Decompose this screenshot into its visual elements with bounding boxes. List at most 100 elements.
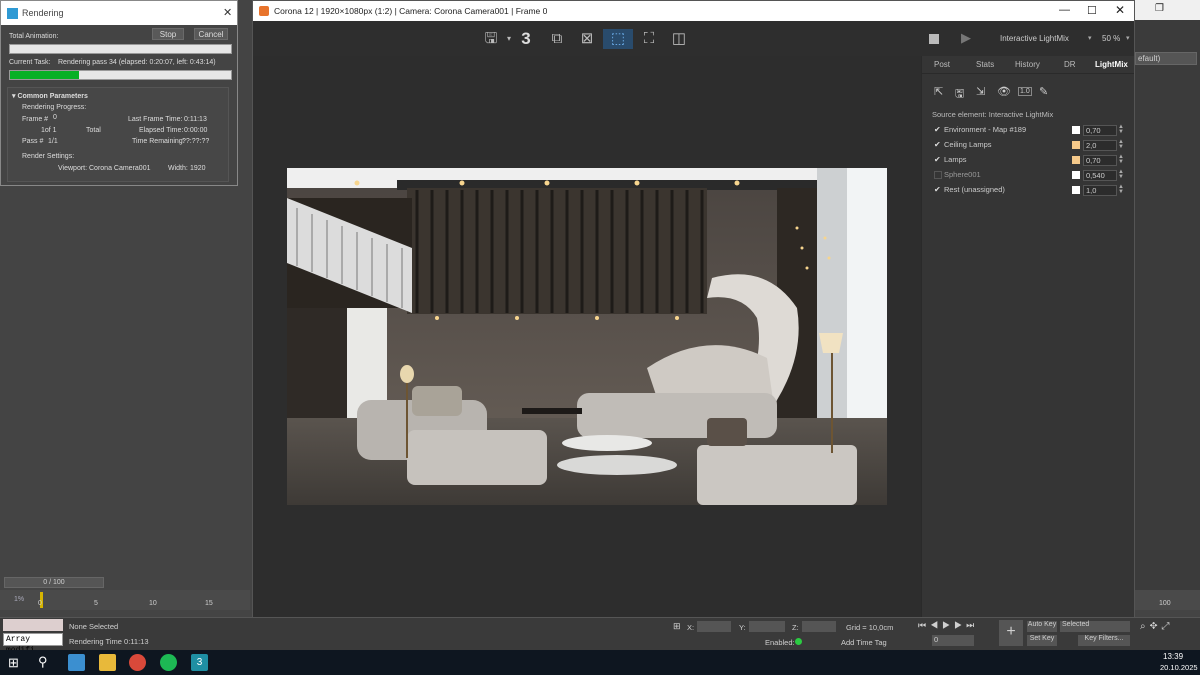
load-icon[interactable]: ⇲ [976,85,985,98]
chrome-icon[interactable] [129,654,146,671]
selection-lock-icon[interactable]: ⊞ [673,621,681,632]
zoom-dropdown[interactable]: 50 % [1102,34,1120,43]
lightmix-color-swatch[interactable] [1072,156,1080,164]
spinner-icon[interactable]: ▲ ▼ [1118,169,1124,180]
play-icon[interactable]: ▶ [961,30,971,46]
maxscript-listener-input[interactable]: Array modifi [3,633,63,655]
track-bar-right[interactable]: 100 [1135,590,1200,610]
lightmix-value[interactable]: 0,70 [1083,155,1117,166]
spotify-icon[interactable] [160,654,177,671]
spinner-icon[interactable]: ▲ ▼ [1118,139,1124,150]
x-field[interactable] [697,621,731,632]
save-icon[interactable]: 🖫 [955,85,964,104]
clear-icon[interactable]: ⊠ [577,29,597,49]
add-key-icon[interactable]: + [999,620,1023,646]
lightmix-row: ✔ Ceiling Lamps 2,0 ▲ ▼ [934,139,1124,152]
lightmix-row: ✔ Lamps 0,70 ▲ ▼ [934,154,1124,167]
current-frame-field[interactable]: 0 [932,635,974,646]
lightmix-checkbox[interactable] [934,171,942,179]
tab-divider [922,73,1134,74]
auto-key-button[interactable]: Auto Key [1027,621,1057,632]
elapsed-value: 0:00:00 [184,127,208,134]
fit-icon[interactable]: ⛶ [639,29,659,49]
vfb-titlebar: Corona 12 | 1920×1080px (1:2) | Camera: … [253,1,1134,21]
minimize-icon[interactable]: — [1059,4,1070,16]
lightmix-value[interactable]: 1,0 [1083,185,1117,196]
lightmix-value[interactable]: 0,70 [1083,125,1117,136]
key-set-dropdown[interactable]: Selected [1060,621,1130,632]
lightmix-checkbox[interactable]: ✔ [934,126,942,134]
export-icon[interactable]: ⇱ [934,85,943,98]
spinner-icon[interactable]: ▲ ▼ [1118,124,1124,135]
windows-start-icon[interactable]: ⊞ [8,655,19,671]
file-explorer-icon[interactable] [99,654,116,671]
app-taskbar-icon[interactable] [68,654,85,671]
reset-values-icon[interactable]: 1.0 [1018,87,1032,96]
max-dropdown[interactable]: efault) [1135,52,1197,65]
tab-stats[interactable]: Stats [976,60,994,69]
render-canvas[interactable] [253,56,921,618]
3ds-max-icon[interactable]: 3 [191,654,208,671]
eyedropper-icon[interactable]: ✎ [1039,85,1048,98]
key-filters-button[interactable]: Key Filters... [1078,635,1130,646]
eye-icon[interactable]: 👁 [997,85,1011,98]
playback-controls[interactable]: ⏮◀▶▶⏭ [918,620,978,631]
clock-time[interactable]: 13:39 [1163,652,1183,661]
time-slider[interactable]: 0 / 100 [4,577,104,588]
render-settings-label: Render Settings: [22,153,75,160]
clock-date[interactable]: 20.10.2025 [1160,663,1198,672]
tick-label: 100 [1159,600,1171,607]
max-status-bar: Array modifi None Selected Rendering Tim… [0,617,1200,655]
interactive-lightmix-dropdown[interactable]: Interactive LightMix [1000,34,1069,43]
close-icon[interactable]: ✕ [1115,3,1125,17]
tab-dr[interactable]: DR [1064,60,1076,69]
restore-icon[interactable]: ❐ [1155,3,1164,14]
maxscript-mini-listener[interactable] [3,619,63,631]
chevron-down-icon[interactable]: ▾ [1126,34,1130,42]
enabled-toggle[interactable] [795,638,802,645]
z-field[interactable] [802,621,836,632]
copy-icon[interactable]: ⧉ [547,29,567,49]
cancel-button[interactable]: Cancel [194,28,228,40]
spinner-icon[interactable]: ▲ ▼ [1118,154,1124,165]
z-label: Z: [792,623,799,632]
rollout-header[interactable]: ▾ Common Parameters [12,92,88,100]
save-icon[interactable]: 🖫 [481,29,501,49]
lightmix-checkbox[interactable]: ✔ [934,186,942,194]
y-field[interactable] [749,621,785,632]
search-icon[interactable]: ⚲ [38,654,48,670]
total-animation-label: Total Animation: [9,33,59,40]
tab-history[interactable]: History [1015,60,1040,69]
lightmix-checkbox[interactable]: ✔ [934,156,942,164]
viewport-label: Viewport: [58,165,88,172]
panel-toggle-icon[interactable]: ◫ [669,29,689,49]
maximize-icon[interactable]: ☐ [1087,4,1097,17]
spinner-icon[interactable]: ▲ ▼ [1118,184,1124,195]
add-time-tag[interactable]: Add Time Tag [841,638,887,647]
stop-render-icon[interactable] [929,34,939,44]
track-bar[interactable]: 1% 0 5 10 15 [0,590,250,610]
total-label: Total [86,127,101,134]
set-key-button[interactable]: Set Key [1027,635,1057,646]
viewport-navigation-icons[interactable]: ⌕✥⤢ [1140,621,1174,632]
timeline-icon: 1% [14,596,25,603]
close-icon[interactable]: ✕ [223,6,232,19]
corona-3-icon[interactable]: 3 [516,29,536,49]
lightmix-value[interactable]: 2,0 [1083,140,1117,151]
region-select-icon[interactable]: ⬚ [603,29,633,49]
stop-button[interactable]: Stop [152,28,184,40]
vfb-title: Corona 12 | 1920×1080px (1:2) | Camera: … [274,6,548,16]
lightmix-value[interactable]: 0,540 [1083,170,1117,181]
lightmix-color-swatch[interactable] [1072,141,1080,149]
rendering-body: Total Animation: Stop Cancel Current Tas… [1,25,237,185]
lightmix-checkbox[interactable]: ✔ [934,141,942,149]
lightmix-color-swatch[interactable] [1072,171,1080,179]
tab-lightmix[interactable]: LightMix [1095,60,1128,69]
width-value: 1920 [190,165,206,172]
chevron-down-icon[interactable]: ▾ [1088,34,1092,42]
lightmix-color-swatch[interactable] [1072,126,1080,134]
tab-post[interactable]: Post [934,60,950,69]
lightmix-color-swatch[interactable] [1072,186,1080,194]
lightmix-row: ✔ Rest (unassigned) 1,0 ▲ ▼ [934,184,1124,197]
total-progress-bar [9,44,232,54]
